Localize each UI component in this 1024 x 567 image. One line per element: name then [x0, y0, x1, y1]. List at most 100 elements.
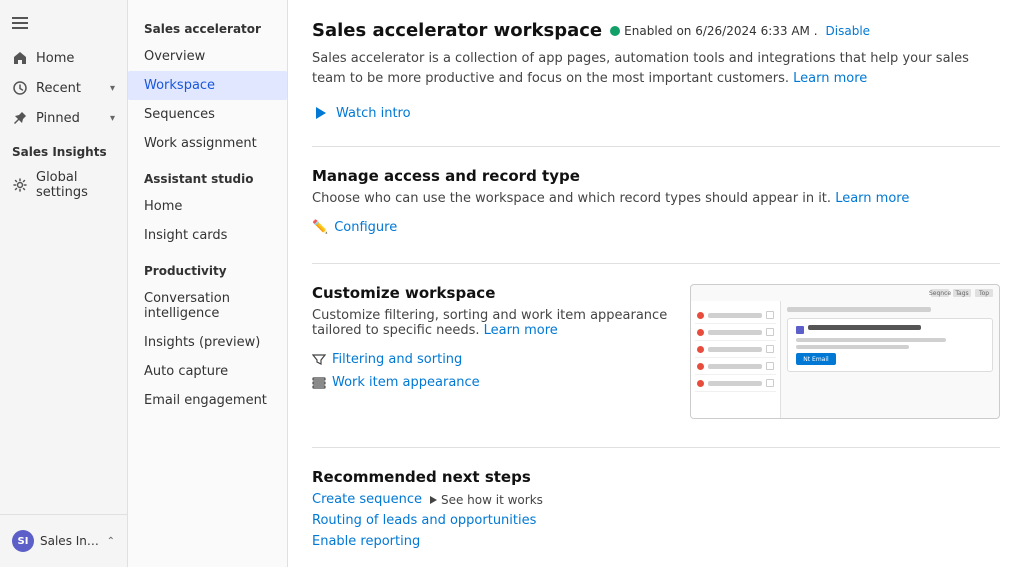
sidebar-item-workspace[interactable]: Workspace [128, 71, 287, 100]
divider-2 [312, 263, 1000, 264]
preview-dot-2 [697, 329, 704, 336]
recent-label: Recent [36, 81, 102, 96]
status-badge: Enabled on 6/26/2024 6:33 AM . Disable [610, 24, 870, 38]
recent-chevron: ▾ [110, 83, 115, 94]
page-title: Sales accelerator workspace [312, 20, 602, 41]
nav-item-pinned[interactable]: Pinned ▾ [0, 103, 127, 133]
enabled-dot [610, 26, 620, 36]
avatar: SI [12, 530, 34, 552]
sidebar-item-email-engagement[interactable]: Email engagement [128, 386, 287, 415]
sidebar-item-sequences[interactable]: Sequences [128, 100, 287, 129]
pinned-label: Pinned [36, 111, 102, 126]
configure-action[interactable]: ✏️ Configure [312, 220, 1000, 235]
watch-intro-label: Watch intro [336, 106, 411, 121]
preview-list-item-2 [695, 324, 776, 341]
bottom-label: Sales Insights sett... [40, 534, 101, 548]
preview-check-1 [766, 311, 774, 319]
see-how-play-icon [430, 496, 437, 504]
page-header: Sales accelerator workspace Enabled on 6… [312, 20, 1000, 41]
watch-intro-button[interactable]: Watch intro [312, 104, 1000, 122]
filtering-action[interactable]: Filtering and sorting [312, 352, 670, 367]
sidebar-item-insight-cards[interactable]: Insight cards [128, 221, 287, 250]
preview-check-3 [766, 345, 774, 353]
customize-content: Customize workspace Customize filtering,… [312, 284, 670, 398]
customize-title: Customize workspace [312, 284, 670, 302]
play-triangle [316, 107, 326, 119]
preview-dot-1 [697, 312, 704, 319]
preview-check-4 [766, 362, 774, 370]
bottom-settings-item[interactable]: SI Sales Insights sett... ⌃ [0, 523, 127, 559]
sales-accelerator-header: Sales accelerator [128, 8, 287, 42]
sales-insights-section: Sales Insights [0, 133, 127, 163]
customize-desc: Customize filtering, sorting and work it… [312, 308, 670, 338]
nav-item-global-settings[interactable]: Global settings [0, 163, 127, 207]
nav-item-home[interactable]: Home [0, 43, 127, 73]
home-icon [12, 50, 28, 66]
bottom-chevron: ⌃ [107, 536, 115, 547]
preview-sequence-btn: Seqnce [931, 289, 949, 297]
main-content: Sales accelerator workspace Enabled on 6… [288, 0, 1024, 567]
next-step-create-sequence: Create sequence See how it works [312, 492, 1000, 507]
pin-icon [12, 110, 28, 126]
preview-line-5 [708, 381, 762, 386]
preview-card-line-1 [796, 338, 946, 342]
customize-learn-more[interactable]: Learn more [484, 323, 558, 338]
sidebar-item-auto-capture[interactable]: Auto capture [128, 357, 287, 386]
sidebar-item-conversation-intelligence[interactable]: Conversation intelligence [128, 284, 287, 328]
preview-line-4 [708, 364, 762, 369]
sidebar-item-overview[interactable]: Overview [128, 42, 287, 71]
recent-icon [12, 80, 28, 96]
create-sequence-link[interactable]: Create sequence [312, 492, 422, 507]
pinned-chevron: ▾ [110, 113, 115, 124]
manage-access-learn-more[interactable]: Learn more [835, 191, 909, 206]
assistant-studio-header: Assistant studio [128, 158, 287, 192]
filtering-label: Filtering and sorting [332, 352, 462, 367]
recommended-next-steps-section: Recommended next steps Create sequence S… [312, 468, 1000, 549]
preview-tags-btn: Tags [953, 289, 971, 297]
configure-label: Configure [334, 220, 397, 235]
home-label: Home [36, 51, 115, 66]
routing-link[interactable]: Routing of leads and opportunities [312, 513, 536, 528]
configure-icon: ✏️ [312, 220, 328, 235]
see-how-button[interactable]: See how it works [430, 493, 543, 507]
left-navigation: Home Recent ▾ Pinned ▾ Sales Insights Gl… [0, 0, 128, 567]
preview-list-item-1 [695, 307, 776, 324]
manage-access-title: Manage access and record type [312, 167, 1000, 185]
see-how-label: See how it works [441, 493, 543, 507]
divider-1 [312, 146, 1000, 147]
customize-section-inner: Customize workspace Customize filtering,… [312, 284, 1000, 419]
preview-inner: Nt Email [691, 301, 999, 419]
nav-item-recent[interactable]: Recent ▾ [0, 73, 127, 103]
hamburger-menu[interactable] [0, 8, 127, 43]
work-item-action[interactable]: Work item appearance [312, 375, 670, 390]
preview-card-title-line [808, 325, 921, 330]
play-icon [312, 104, 330, 122]
divider-3 [312, 447, 1000, 448]
recommended-title: Recommended next steps [312, 468, 1000, 486]
preview-dot-5 [697, 380, 704, 387]
preview-top-bar: Seqnce Tags Top [931, 289, 993, 297]
filter-icon [312, 352, 326, 367]
preview-card-btn-text: Nt Email [803, 356, 828, 363]
preview-top-btn: Top [975, 289, 993, 297]
customize-workspace-section: Customize workspace Customize filtering,… [312, 284, 1000, 419]
preview-check-5 [766, 379, 774, 387]
manage-access-desc: Choose who can use the workspace and whi… [312, 191, 912, 206]
preview-line-1 [708, 313, 762, 318]
preview-dot-3 [697, 346, 704, 353]
workspace-preview: Seqnce Tags Top [690, 284, 1000, 419]
productivity-header: Productivity [128, 250, 287, 284]
sidebar-item-work-assignment[interactable]: Work assignment [128, 129, 287, 158]
preview-card-line-2 [796, 345, 909, 349]
work-item-label: Work item appearance [332, 375, 480, 390]
disable-link[interactable]: Disable [826, 24, 871, 38]
sidebar-item-home-as[interactable]: Home [128, 192, 287, 221]
manage-access-section: Manage access and record type Choose who… [312, 167, 1000, 235]
sidebar-item-insights-preview[interactable]: Insights (preview) [128, 328, 287, 357]
preview-line-2 [708, 330, 762, 335]
enable-reporting-link[interactable]: Enable reporting [312, 534, 420, 549]
preview-line-3 [708, 347, 762, 352]
preview-list-item-3 [695, 341, 776, 358]
description-learn-more-link[interactable]: Learn more [793, 71, 867, 86]
preview-email-card: Nt Email [787, 318, 993, 372]
